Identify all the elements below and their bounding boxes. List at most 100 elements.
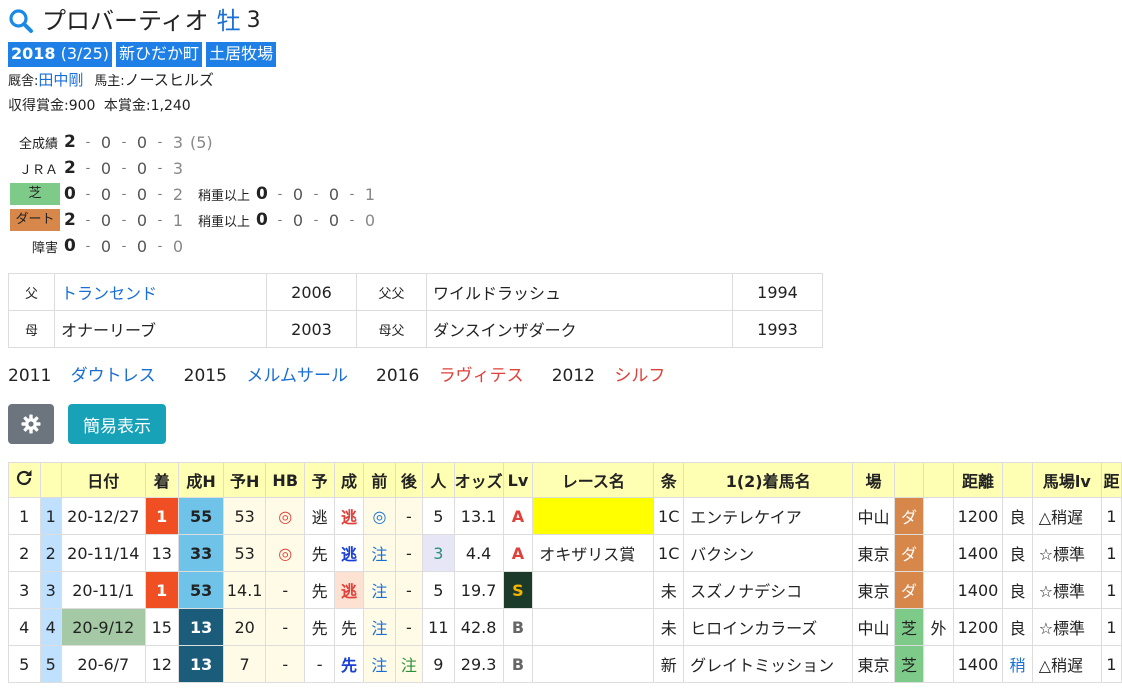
reload-header[interactable] xyxy=(8,462,41,498)
results-header-cell: オッズ xyxy=(453,462,504,498)
results-cell-n: 3 xyxy=(8,571,41,609)
horse-name: プロバーティオ xyxy=(42,7,209,35)
results-cell-race[interactable] xyxy=(532,571,655,609)
results-cell-rank: 12 xyxy=(144,645,179,683)
results-cell-pop: 3 xyxy=(422,534,455,572)
results-row[interactable]: 2 2 20-11/14 13 33 53 ◎ 先逃注 -3 4.4 A オキザリス賞 1C バクシン 東京… xyxy=(8,534,1122,572)
results-cell-yoH: 53 xyxy=(223,534,267,572)
results-cell-cond: 良 xyxy=(1002,571,1033,609)
results-cell-n: 1 xyxy=(8,497,41,535)
results-cell-track: △稍遅 xyxy=(1031,497,1102,535)
results-cell-race[interactable] xyxy=(532,608,655,646)
results-row[interactable]: 4 4 20-9/12 15 13 20- 先先注 -11 42.8 B 未ヒロインカラーズ 中山芝外… xyxy=(8,608,1122,646)
sibling-link[interactable]: ダウトレス xyxy=(71,366,156,386)
pedigree-key2: 父父 xyxy=(356,273,427,311)
record-sub-count: 0 xyxy=(292,184,304,204)
results-header-cell: 前 xyxy=(363,462,396,498)
record-count: 2 xyxy=(64,132,76,152)
record-count: 0 xyxy=(136,158,148,178)
results-cell-dist: 1200 xyxy=(952,608,1004,646)
results-row[interactable]: 1 1 20-12/27 1 55 53 ◎ 逃逃 ◎ -5 13.1 A 1C エンテレケイア 中山ダ 12… xyxy=(8,497,1122,535)
results-header-cell xyxy=(39,462,63,498)
sibling-year: 2012 xyxy=(551,366,595,386)
results-cell-date: 20-6/7 xyxy=(61,645,146,683)
sibling-link[interactable]: シルフ xyxy=(614,366,665,386)
results-cell-hb: - xyxy=(265,608,306,646)
results-cell-race[interactable] xyxy=(532,645,655,683)
record-label: 全成績 xyxy=(18,136,58,152)
results-cell-horse[interactable]: グレイトミッション xyxy=(683,645,854,683)
results-cell-lv: A xyxy=(502,534,534,572)
results-header-cell: 日付 xyxy=(61,462,146,498)
breeder-tag[interactable]: 土居牧場 xyxy=(206,42,277,67)
region-tag[interactable]: 新ひだか町 xyxy=(116,42,203,67)
results-header-cell xyxy=(893,462,925,498)
trainer-link[interactable]: 田中剛 xyxy=(38,71,83,89)
record-sub-count: 1 xyxy=(364,184,376,204)
record-count: 2 xyxy=(64,158,76,178)
results-cell-horse[interactable]: エンテレケイア xyxy=(683,497,854,535)
record-count: 0 xyxy=(100,236,112,256)
results-cell-rail: 外 xyxy=(923,608,954,646)
results-cell-odds: 13.1 xyxy=(453,497,504,535)
record-count: 2 xyxy=(172,184,184,204)
results-cell-mae: 注 xyxy=(363,571,396,609)
record-count: 0 xyxy=(64,184,76,204)
results-row[interactable]: 5 5 20-6/7 12 13 7- - 先注注 9 29.3 B 新グレイトミッション 東京芝 140… xyxy=(8,645,1122,683)
record-sub-count: 0 xyxy=(328,184,340,204)
results-header-cell: 後 xyxy=(394,462,424,498)
sibling-link[interactable]: メルムサール xyxy=(246,366,348,386)
results-cell-race[interactable]: オキザリス賞 xyxy=(532,534,655,572)
record-label: ＪＲＡ xyxy=(18,162,58,178)
results-cell-odds: 42.8 xyxy=(453,608,504,646)
birth-tag: 2018 (3/25) xyxy=(8,42,113,67)
sibling-year: 2015 xyxy=(183,366,227,386)
pedigree-name[interactable]: トランセンド xyxy=(54,273,267,311)
results-cell-hb: - xyxy=(265,645,306,683)
sibling-link[interactable]: ラヴィテス xyxy=(439,366,524,386)
refresh-icon[interactable] xyxy=(14,468,34,488)
results-cell-m: 4 xyxy=(39,608,63,646)
results-cell-m: 2 xyxy=(39,534,63,572)
results-cell-n: 2 xyxy=(8,534,41,572)
results-cell-horse[interactable]: スズノナデシコ xyxy=(683,571,854,609)
horse-sex: 牡 xyxy=(216,7,241,35)
results-cell-yo: 逃 xyxy=(304,497,335,535)
search-icon[interactable] xyxy=(8,8,34,34)
record-count: 0 xyxy=(136,236,148,256)
record-row: 全成績 2-0-0-3 (5) xyxy=(8,129,1122,155)
results-cell-horse[interactable]: ヒロインカラーズ xyxy=(683,608,854,646)
results-header-cell: 成H xyxy=(177,462,225,498)
results-row[interactable]: 3 3 20-11/1 1 53 14.1- 先逃注 -5 19.7 S 未スズノナデシコ 東京ダ 14… xyxy=(8,571,1122,609)
record-sep: - xyxy=(157,238,163,254)
record-sep: - xyxy=(85,238,91,254)
results-header-cell xyxy=(923,462,954,498)
trainer-owner-line: 厩舎:田中剛 馬主:ノースヒルズ xyxy=(8,69,1122,93)
results-cell-ato: 注 xyxy=(394,645,424,683)
simple-view-button[interactable]: 簡易表示 xyxy=(68,404,166,444)
record-sep: - xyxy=(313,186,319,202)
record-sub-count: 0 xyxy=(364,210,376,230)
results-cell-ato: - xyxy=(394,608,424,646)
results-cell-rail xyxy=(923,571,954,609)
settings-button[interactable] xyxy=(8,404,54,444)
results-cell-seiH: 55 xyxy=(177,497,225,535)
results-cell-rank: 15 xyxy=(144,608,179,646)
results-header-cell: 成 xyxy=(333,462,365,498)
results-cell-track: △稍遅 xyxy=(1031,645,1102,683)
record-count: 1 xyxy=(172,210,184,230)
record-row: ＪＲＡ 2-0-0-3 xyxy=(8,155,1122,181)
results-cell-cond: 稍 xyxy=(1002,645,1033,683)
results-cell-cls: 新 xyxy=(653,645,685,683)
results-cell-mae: 注 xyxy=(363,534,396,572)
results-cell-horse[interactable]: バクシン xyxy=(683,534,854,572)
results-cell-track: ☆標準 xyxy=(1031,534,1102,572)
birth-date: (3/25) xyxy=(60,44,110,63)
record-sep: - xyxy=(121,134,127,150)
results-cell-mae: 注 xyxy=(363,645,396,683)
sibling-item: 2011 ダウトレス xyxy=(8,366,170,386)
results-header-cell: 距 xyxy=(1100,462,1122,498)
horse-tags: 2018 (3/25) 新ひだか町 土居牧場 xyxy=(8,42,1122,67)
record-sub-count: 0 xyxy=(328,210,340,230)
results-cell-race[interactable] xyxy=(532,497,655,535)
